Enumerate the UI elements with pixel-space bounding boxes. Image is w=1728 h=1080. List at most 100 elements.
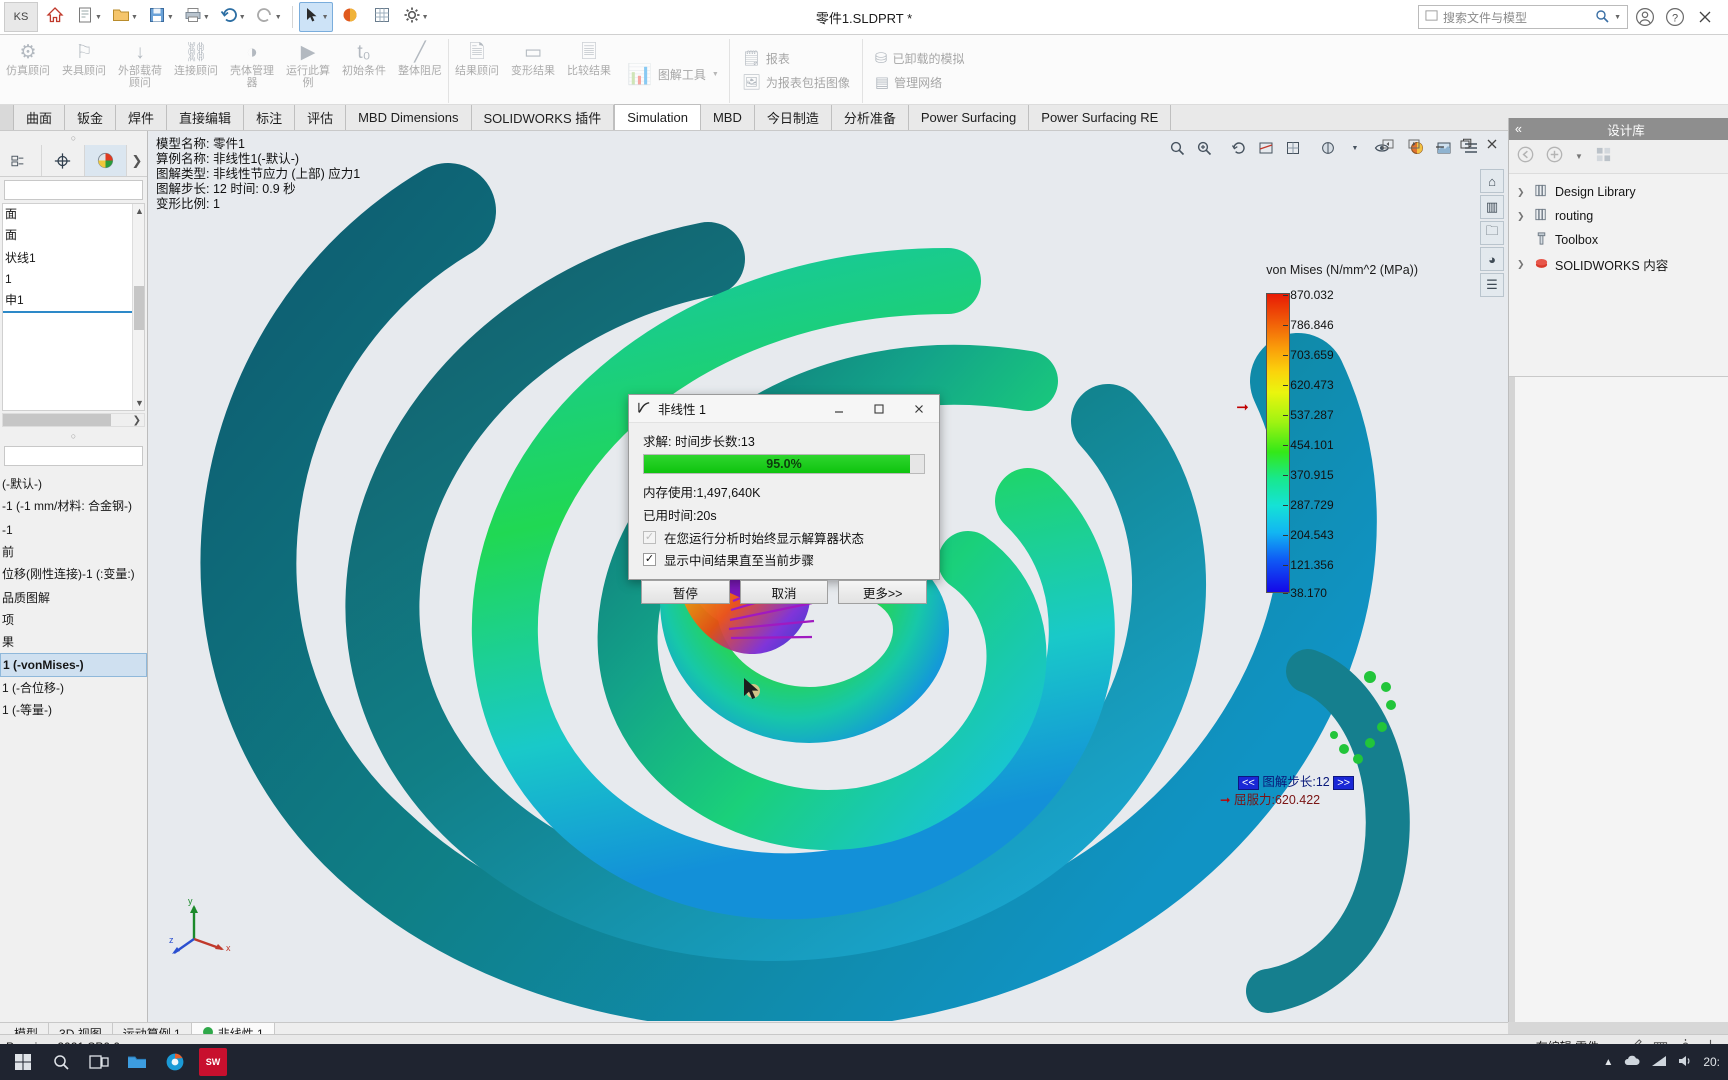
tab-manufacturing-today[interactable]: 今日制造 — [754, 105, 832, 130]
home-button[interactable] — [40, 2, 70, 32]
tree-item[interactable]: 项 — [0, 609, 147, 631]
search-icon[interactable] — [44, 1046, 78, 1078]
tree-item[interactable]: 面 — [3, 204, 144, 225]
task-view-icon[interactable] — [82, 1046, 116, 1078]
feature-tree-horizontal-scrollbar[interactable]: ❯ — [2, 413, 145, 427]
ribbon-button-deformed-result[interactable]: ▭ 变形结果 — [505, 39, 561, 99]
chevron-down-icon[interactable]: ▼ — [1342, 136, 1368, 160]
open-document-button[interactable]: ▼ — [108, 2, 142, 32]
tab-power-surfacing[interactable]: Power Surfacing — [908, 105, 1030, 130]
scroll-up-icon[interactable]: ▲ — [135, 206, 144, 216]
save-button[interactable]: ▼ — [144, 2, 178, 32]
library-item-routing[interactable]: ❯ routing — [1509, 204, 1728, 228]
maximize-icon[interactable] — [859, 395, 899, 422]
chevron-down-icon[interactable]: ▼ — [95, 14, 102, 21]
plot-step-control[interactable]: << 图解步长:12 >> — [1238, 771, 1355, 790]
tree-item[interactable]: 前 — [0, 541, 147, 563]
search-icon[interactable] — [1595, 9, 1609, 26]
ribbon-button-run-study[interactable]: ▶ 运行此算例 — [280, 39, 336, 99]
list-icon[interactable]: ☰ — [1480, 273, 1504, 297]
tab-mbd[interactable]: MBD — [700, 105, 755, 130]
tab-power-surfacing-re[interactable]: Power Surfacing RE — [1029, 105, 1172, 130]
search-input[interactable]: 搜索文件与模型 ▼ — [1418, 5, 1628, 29]
section-view-icon[interactable] — [1253, 136, 1279, 160]
zoom-to-fit-icon[interactable] — [1164, 136, 1190, 160]
tree-item[interactable]: 面 — [3, 225, 144, 246]
scroll-right-icon[interactable]: ❯ — [133, 415, 144, 426]
scroll-down-icon[interactable]: ▼ — [135, 398, 144, 408]
display-style-icon[interactable] — [1315, 136, 1341, 160]
close-icon[interactable] — [899, 395, 939, 422]
checkbox-row-show-intermediate[interactable]: ✓ 显示中间结果直至当前步骤 — [643, 550, 925, 569]
app-logo[interactable]: KS — [4, 2, 38, 32]
tab-surfaces[interactable]: 曲面 — [14, 105, 66, 130]
tab-evaluate[interactable]: 评估 — [295, 105, 347, 130]
more-button[interactable]: 更多>> — [838, 580, 928, 604]
tab-annotation[interactable]: 标注 — [244, 105, 296, 130]
solidworks-taskbar-icon[interactable]: SW — [196, 1046, 230, 1078]
library-item-toolbox[interactable]: Toolbox — [1509, 228, 1728, 252]
nonlinear-solver-dialog[interactable]: 非线性 1 求解: 时间步长数:13 95.0% 内存使用:1,497,640K — [628, 394, 940, 604]
chevron-down-icon[interactable]: ▼ — [275, 14, 282, 21]
help-icon[interactable]: ? — [1662, 4, 1688, 30]
library-item-solidworks-content[interactable]: ❯ SOLIDWORKS 内容 — [1509, 252, 1728, 277]
panel-resize-handle[interactable]: ○ — [0, 131, 147, 145]
cancel-button[interactable]: 取消 — [739, 580, 829, 604]
view-layers-icon[interactable]: ▥ — [1480, 195, 1504, 219]
chevron-down-icon[interactable]: ▼ — [422, 14, 429, 21]
checkbox-show-intermediate-results[interactable]: ✓ — [643, 553, 656, 566]
volume-icon[interactable] — [1677, 1054, 1693, 1071]
checkbox-always-show-status[interactable]: ✓ — [643, 531, 656, 544]
onedrive-icon[interactable] — [1623, 1054, 1641, 1071]
appearance-button[interactable] — [335, 2, 365, 32]
collapse-panel-icon[interactable]: « — [1515, 122, 1522, 136]
chevron-down-icon[interactable]: ▼ — [1614, 14, 1621, 21]
file-explorer-icon[interactable] — [120, 1046, 154, 1078]
minimize-icon[interactable] — [819, 395, 859, 422]
close-window-icon[interactable] — [1692, 4, 1718, 30]
tree-item[interactable]: -1 (-1 mm/材料: 合金钢-) — [0, 495, 147, 517]
restore-prev-icon[interactable] — [1378, 134, 1398, 154]
tray-caret-up-icon[interactable]: ▲ — [1603, 1057, 1613, 1068]
tree-item[interactable]: 状线1 — [3, 248, 144, 269]
ribbon-button-manage-network[interactable]: ▤ 管理网络 — [867, 70, 973, 94]
chevron-down-icon[interactable]: ▼ — [203, 14, 210, 21]
scrollbar-thumb[interactable] — [3, 414, 111, 426]
property-manager-tab-icon[interactable] — [42, 145, 85, 176]
ribbon-button-plot-tools[interactable]: 📊 图解工具 ▼ — [621, 54, 725, 87]
study-tree-filter-input[interactable] — [4, 446, 143, 466]
feature-tree-vertical-scrollbar[interactable]: ▲ ▼ — [132, 204, 144, 410]
user-account-icon[interactable] — [1632, 4, 1658, 30]
options-button[interactable]: ▼ — [399, 2, 433, 32]
print-button[interactable]: ▼ — [180, 2, 214, 32]
ribbon-button-external-load-advisor[interactable]: ↓ 外部载荷顾问 — [112, 39, 168, 99]
close-icon[interactable] — [1482, 134, 1502, 154]
tab-sheet-metal[interactable]: 钣金 — [65, 105, 117, 130]
chevron-down-icon[interactable]: ▼ — [167, 14, 174, 21]
tree-item[interactable]: -1 — [0, 519, 147, 541]
tab-solidworks-addins[interactable]: SOLIDWORKS 插件 — [471, 105, 615, 130]
tab-mbd-dimensions[interactable]: MBD Dimensions — [346, 105, 472, 130]
expand-panel-chevron-icon[interactable]: ❯ — [127, 145, 147, 176]
display-style-button[interactable] — [367, 2, 397, 32]
chevron-down-icon[interactable]: ▼ — [712, 71, 719, 78]
chevron-down-icon[interactable]: ▼ — [322, 14, 329, 21]
ribbon-button-include-image-for-report[interactable]: 🖼 为报表包括图像 — [734, 70, 858, 94]
feature-tree-filter-input[interactable] — [4, 180, 143, 200]
ribbon-button-global-damping[interactable]: ╱ 整体阻尼 — [392, 39, 448, 99]
ribbon-button-connections-advisor[interactable]: ⛓ 连接顾问 — [168, 39, 224, 99]
redo-button[interactable]: ▼ — [252, 2, 286, 32]
tree-item-strain-plot[interactable]: 1 (-等量-) — [0, 699, 147, 721]
ribbon-button-compare-results[interactable]: 🗏 比较结果 — [561, 39, 617, 99]
ribbon-button-fixture-advisor[interactable]: ⚐ 夹具顾问 — [56, 39, 112, 99]
select-tool-button[interactable]: ▼ — [298, 2, 333, 32]
feature-tree-top[interactable]: 面 面 状线1 1 申1 ▲ ▼ — [2, 203, 145, 411]
add-to-library-icon[interactable] — [1546, 146, 1563, 167]
library-settings-icon[interactable] — [1595, 146, 1612, 167]
tab-simulation[interactable]: Simulation — [614, 104, 701, 130]
ribbon-button-shell-manager[interactable]: ◑ 壳体管理器 — [224, 39, 280, 99]
ribbon-button-results-advisor[interactable]: 🗎 结果顾问 — [449, 39, 505, 99]
tree-item[interactable]: 1 — [3, 269, 144, 290]
pause-button[interactable]: 暂停 — [641, 580, 730, 604]
chevron-down-icon[interactable]: ▼ — [131, 14, 138, 21]
